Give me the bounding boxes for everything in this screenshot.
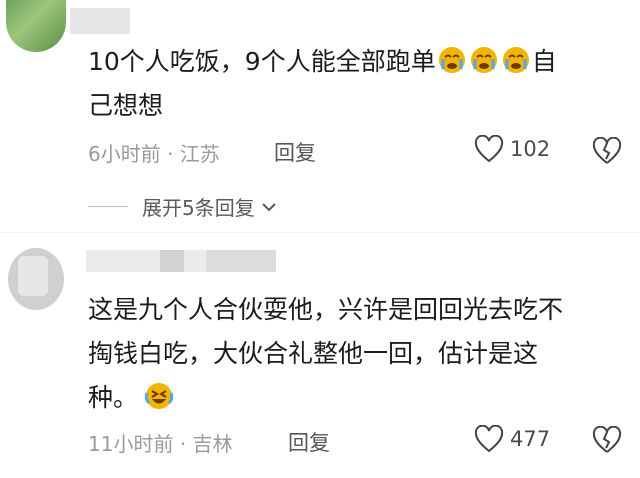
comment-meta: 6小时前 · 江苏 [88,138,220,167]
reply-button[interactable]: 回复 [274,137,316,167]
crying-emoji [438,47,465,73]
like-button[interactable]: 477 [474,425,550,453]
comment-divider [0,232,640,233]
comment-text: 10个人吃饭，9个人能全部跑单 自 [88,42,557,82]
comment-text-line1: 这是九个人合伙耍他，兴许是回回光去吃不 [88,295,564,324]
broken-heart-icon[interactable] [592,137,622,165]
chevron-down-icon [262,202,276,211]
crying-emoji [470,47,497,73]
username-redacted-block [206,250,276,272]
username-redacted [70,8,130,34]
comment-text-part2: 自 [531,47,557,76]
heart-outline-icon [474,135,504,163]
heart-outline-icon [474,425,504,453]
comment-text-line2: 掏钱白吃，大伙合礼整他一回，估计是这 [88,339,539,368]
comment-time: 11小时前 [88,432,174,456]
like-button[interactable]: 102 [474,135,550,163]
expand-line-divider [88,206,128,207]
comment-location: 吉林 [192,432,233,456]
expand-replies-button[interactable]: 展开5条回复 [88,192,277,221]
comment-text-part1: 10个人吃饭，9个人能全部跑单 [88,47,436,76]
crying-emoji [502,47,529,73]
comment-text-line3: 种。 [88,378,175,418]
comment-text-line3-text: 种。 [88,383,139,412]
avatar[interactable] [6,0,66,52]
meta-separator: · [179,432,193,456]
avatar[interactable] [8,248,64,310]
meta-separator: · [167,142,180,166]
expand-replies-label: 展开5条回复 [142,196,255,220]
reply-button[interactable]: 回复 [288,427,330,457]
broken-heart-icon[interactable] [592,426,622,454]
comment-text-line2: 己想想 [88,91,164,120]
comment-time: 6小时前 [88,142,161,166]
like-count: 477 [510,427,551,451]
username-redacted-block [160,250,184,272]
laughing-crying-emoji [144,383,174,409]
comment-meta: 11小时前 · 吉林 [88,428,233,457]
comment-location: 江苏 [179,142,220,166]
like-count: 102 [510,137,551,161]
